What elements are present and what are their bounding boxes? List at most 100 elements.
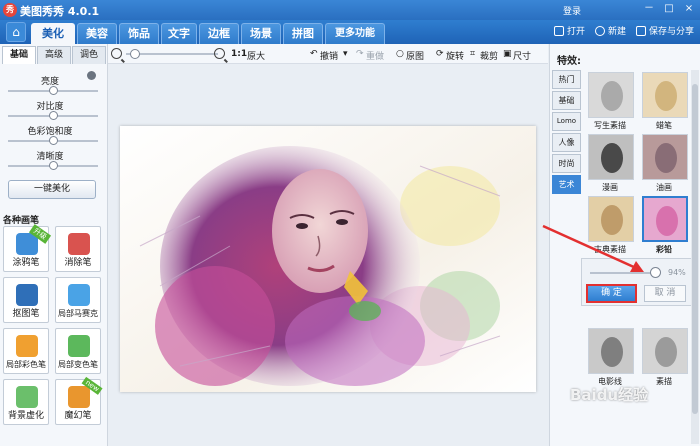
effect-thumb-sketch[interactable] — [588, 72, 634, 118]
brightness-slider-knob[interactable] — [49, 86, 58, 95]
effect-thumb-face — [601, 143, 623, 173]
plus-icon — [594, 25, 605, 36]
effect-label-oil: 油画 — [656, 183, 672, 192]
eraser-icon — [68, 233, 90, 255]
tab-beautify[interactable]: 美化 — [31, 23, 75, 44]
effect-thumb-oil[interactable] — [642, 134, 688, 180]
crop-button[interactable]: 裁剪 — [480, 49, 498, 62]
brush-local-color[interactable]: 局部彩色笔 — [3, 328, 49, 374]
confirm-button[interactable]: 确 定 — [586, 284, 637, 303]
effect-thumb-face — [655, 81, 677, 111]
effect-thumb-face — [601, 81, 623, 111]
save-icon — [635, 25, 646, 36]
contrast-label: 对比度 — [36, 102, 64, 112]
effect-thumb-colored-pencil[interactable] — [642, 196, 688, 242]
recolor-brush-icon — [68, 335, 90, 357]
category-art[interactable]: 艺术 — [552, 175, 581, 194]
effect-thumb-comic[interactable] — [588, 134, 634, 180]
open-label: 打开 — [566, 27, 585, 37]
tab-more-features[interactable]: 更多功能 ▾ — [325, 23, 385, 58]
brush-eraser[interactable]: 消除笔 — [55, 226, 101, 272]
brush-label: 消除笔 — [64, 258, 92, 268]
contrast-slider-knob[interactable] — [49, 111, 58, 120]
effect-thumb-film-line[interactable] — [588, 328, 634, 374]
tab-text[interactable]: 文字 — [161, 23, 197, 44]
zoom-out-icon[interactable] — [111, 48, 122, 59]
brush-label: 局部彩色笔 — [6, 360, 46, 369]
undo-dropdown-icon[interactable]: ▾ — [343, 49, 348, 59]
brush-label: 抠图笔 — [12, 309, 40, 319]
brush-background-blur[interactable]: 背景虚化 — [3, 379, 49, 425]
brush-local-recolor[interactable]: 局部变色笔 — [55, 328, 101, 374]
effects-scrollbar[interactable] — [691, 70, 699, 444]
one-key-beautify-button[interactable]: 一键美化 — [8, 180, 96, 199]
brush-magic[interactable]: new 魔幻笔 — [55, 376, 103, 425]
mosaic-icon — [68, 284, 90, 306]
zoom-in-icon[interactable] — [214, 48, 225, 59]
tab-collage[interactable]: 拼图 — [283, 23, 323, 44]
subtab-advanced[interactable]: 高级 — [37, 46, 71, 64]
sharpness-slider-knob[interactable] — [49, 161, 58, 170]
window-controls: － □ × — [642, 3, 696, 15]
title-bar: 秀 美图秀秀 4.0.1 登录 － □ × — [0, 0, 700, 20]
adjust-subtabs: 基础 高级 调色 — [2, 46, 107, 64]
zoom-slider-knob[interactable] — [130, 49, 140, 59]
effect-label-sketch: 写生素描 — [594, 121, 626, 130]
effect-thumb-classic-sketch[interactable] — [588, 196, 634, 242]
effect-thumb-plain-sketch[interactable] — [642, 328, 688, 374]
close-icon[interactable]: × — [682, 3, 696, 15]
folder-icon — [553, 25, 564, 36]
effect-label-crayon: 蜡笔 — [656, 121, 672, 130]
size-icon: ▣ — [503, 49, 512, 59]
category-basic[interactable]: 基础 — [552, 91, 581, 110]
original-size-button[interactable]: 原大 — [247, 49, 265, 62]
effect-label-classic-sketch: 古典素描 — [594, 245, 626, 254]
home-icon[interactable]: ⌂ — [6, 22, 26, 42]
brush-label: 背景虚化 — [7, 411, 44, 421]
effect-thumb-face — [601, 337, 623, 367]
brush-label: 局部变色笔 — [58, 360, 98, 369]
actual-ratio-button[interactable]: 1:1 — [231, 49, 247, 59]
rotate-button[interactable]: 旋转 — [446, 49, 464, 62]
strength-slider-knob[interactable] — [649, 267, 661, 278]
open-button[interactable]: 打开 — [553, 24, 585, 37]
login-link[interactable]: 登录 — [563, 4, 581, 17]
redo-icon: ↷ — [356, 49, 364, 59]
category-portrait[interactable]: 人像 — [552, 133, 581, 152]
tab-beauty[interactable]: 美容 — [77, 23, 117, 44]
category-hot[interactable]: 热门 — [552, 70, 581, 89]
brush-label: 局部马赛克 — [58, 309, 98, 318]
sharpness-label: 清晰度 — [36, 152, 64, 162]
image-toolbar: 1:1 原大 ↶ 撤销 ▾ ↷ 重做 ○ 原图 ⟳ 旋转 ⌗ 裁剪 ▣ 尺寸 — [108, 44, 548, 64]
saturation-slider-knob[interactable] — [49, 136, 58, 145]
brush-cutout[interactable]: 抠图笔 — [3, 277, 49, 323]
tab-accessories[interactable]: 饰品 — [119, 23, 159, 44]
effect-label-comic: 漫画 — [602, 183, 618, 192]
undo-icon[interactable]: ↶ — [310, 49, 318, 59]
app-logo-icon: 秀 — [3, 3, 17, 17]
undo-button[interactable]: 撤销 — [320, 49, 338, 62]
category-lomo[interactable]: Lomo — [552, 112, 581, 131]
original-image-button[interactable]: 原图 — [406, 49, 424, 62]
subtab-basic[interactable]: 基础 — [2, 46, 36, 64]
minimize-icon[interactable]: － — [642, 3, 656, 15]
maximize-icon[interactable]: □ — [662, 3, 676, 15]
brush-mosaic[interactable]: 局部马赛克 — [55, 277, 101, 323]
brush-doodle[interactable]: 升级 涂鸦笔 — [3, 224, 52, 272]
save-share-button[interactable]: 保存与分享 — [635, 24, 694, 37]
effect-thumb-face — [601, 205, 623, 235]
blur-icon — [16, 386, 38, 408]
resize-button[interactable]: 尺寸 — [513, 49, 531, 62]
new-button[interactable]: 新建 — [594, 24, 626, 37]
tab-border[interactable]: 边框 — [199, 23, 239, 44]
tab-scene[interactable]: 场景 — [241, 23, 281, 44]
effect-thumb-crayon[interactable] — [642, 72, 688, 118]
edited-photo[interactable] — [120, 126, 536, 392]
left-panel: 基础 高级 调色 亮度 对比度 色彩饱和度 清晰度 一键美化 各种画笔 升级 涂… — [0, 44, 108, 446]
brush-label: 魔幻笔 — [64, 411, 92, 421]
canvas-area — [108, 64, 548, 446]
effects-scrollbar-thumb[interactable] — [692, 84, 698, 414]
baidu-watermark: Baidu经验 — [570, 386, 649, 404]
subtab-color[interactable]: 调色 — [72, 46, 106, 64]
category-fashion[interactable]: 时尚 — [552, 154, 581, 173]
